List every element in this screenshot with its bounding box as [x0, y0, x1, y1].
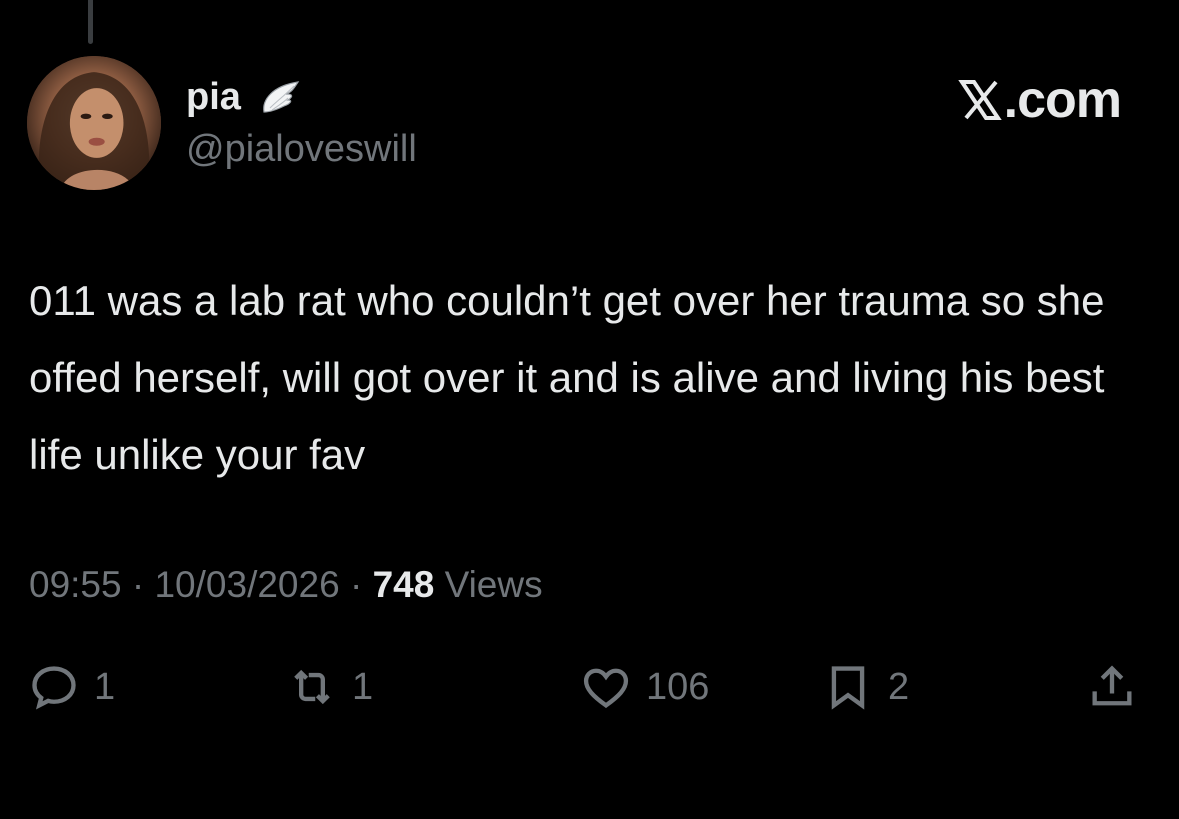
like-button[interactable]: 106 — [580, 652, 709, 722]
retweet-button[interactable]: 1 — [286, 652, 373, 722]
avatar[interactable] — [27, 56, 161, 190]
heart-icon — [583, 668, 629, 709]
retweet-icon — [294, 669, 330, 705]
tweet-time[interactable]: 09:55 — [29, 564, 122, 605]
meta-separator: · — [349, 564, 363, 605]
reply-button[interactable]: 1 — [28, 652, 115, 722]
meta-separator: · — [131, 564, 145, 605]
angel-wing-icon — [263, 81, 300, 113]
action-bar: 1 1 106 2 — [0, 652, 1179, 722]
share-icon — [1092, 665, 1132, 706]
reply-count: 1 — [94, 665, 116, 708]
avatar-image — [27, 56, 161, 190]
like-count: 106 — [646, 665, 710, 708]
tweet-text: 011 was a lab rat who couldn’t get over … — [29, 277, 1105, 478]
x-logo-icon — [957, 80, 1002, 120]
bookmark-icon — [831, 666, 865, 710]
views-count: 748 — [372, 564, 435, 605]
display-name[interactable]: pia — [186, 74, 241, 120]
user-handle[interactable]: @pialoveswill — [186, 126, 417, 172]
brand-watermark: .com — [957, 71, 1122, 129]
bookmark-count: 2 — [888, 665, 910, 708]
bookmark-button[interactable]: 2 — [822, 652, 909, 722]
tweet-meta: 09:55 · 10/03/2026 · 748 Views — [29, 562, 543, 608]
share-button[interactable] — [1086, 652, 1138, 722]
tweet-date[interactable]: 10/03/2026 — [154, 564, 339, 605]
retweet-count: 1 — [352, 665, 374, 708]
reply-icon — [32, 666, 76, 710]
views-label: Views — [444, 564, 543, 605]
brand-text: .com — [1003, 71, 1122, 129]
thread-connector-line — [88, 0, 93, 44]
